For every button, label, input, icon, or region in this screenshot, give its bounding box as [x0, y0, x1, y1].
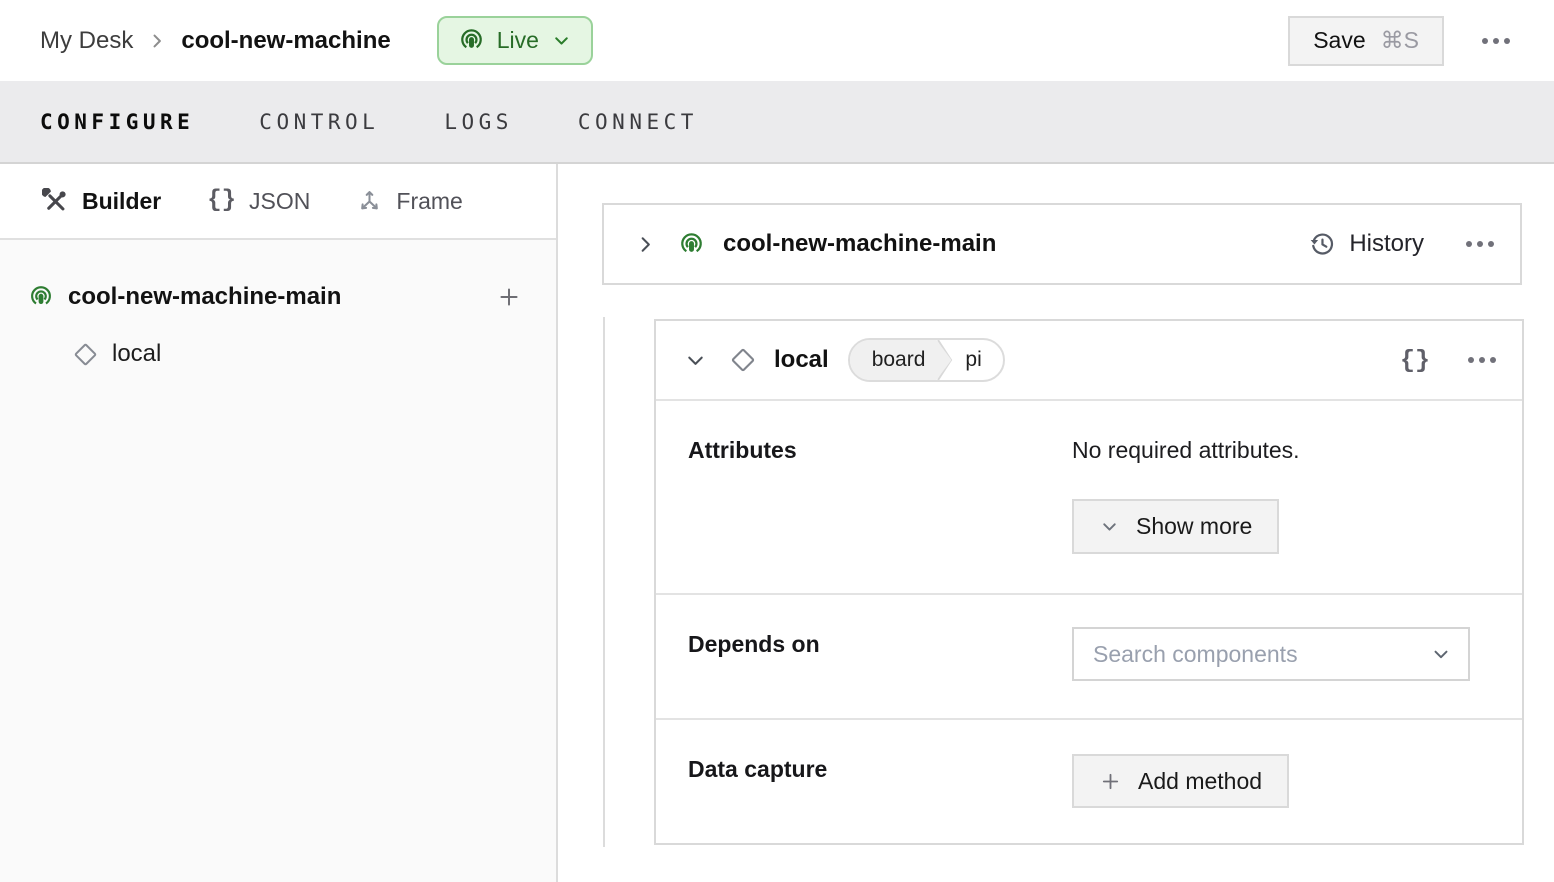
- plus-icon: [496, 284, 522, 310]
- attributes-value-column: No required attributes. Show more: [1072, 437, 1300, 593]
- component-model: pi: [953, 348, 1002, 372]
- tools-icon: [42, 188, 69, 215]
- component-type-badge: board pi: [848, 338, 1005, 382]
- part-card-menu-icon[interactable]: [1466, 241, 1494, 247]
- broadcast-icon: [458, 27, 485, 54]
- add-component-button[interactable]: [496, 284, 522, 310]
- status-badge-label: Live: [497, 27, 539, 54]
- breadcrumb-chevron-icon: [147, 31, 167, 51]
- show-more-button[interactable]: Show more: [1072, 499, 1279, 554]
- add-method-label: Add method: [1138, 768, 1262, 795]
- save-button-label: Save: [1313, 27, 1365, 54]
- breadcrumb-machine-name: cool-new-machine: [181, 27, 390, 55]
- machine-tree: cool-new-machine-main local: [0, 240, 556, 376]
- braces-icon: {}: [1400, 346, 1430, 375]
- component-card-local: local board pi {} Attributes No required…: [654, 319, 1524, 845]
- broadcast-icon: [28, 284, 54, 310]
- save-button[interactable]: Save ⌘S: [1288, 16, 1444, 66]
- component-diamond-icon: [72, 341, 99, 368]
- component-card-menu-icon[interactable]: [1468, 357, 1496, 363]
- chevron-down-icon: [1430, 643, 1452, 665]
- history-button[interactable]: History: [1308, 230, 1424, 258]
- view-tab-label: Frame: [396, 188, 462, 215]
- data-capture-section: Data capture Add method: [656, 720, 1522, 843]
- save-shortcut-hint: ⌘S: [1381, 27, 1419, 54]
- history-icon: [1308, 230, 1336, 258]
- component-card-header: local board pi {}: [656, 321, 1522, 401]
- view-tab-label: Builder: [82, 188, 161, 215]
- data-capture-value-column: Add method: [1072, 756, 1289, 843]
- tree-component-label: local: [112, 340, 161, 368]
- history-label: History: [1349, 230, 1424, 258]
- chevron-down-icon: [1099, 516, 1120, 537]
- edit-json-button[interactable]: {}: [1400, 348, 1430, 373]
- machine-part-card: cool-new-machine-main History: [602, 203, 1522, 285]
- frame-axes-icon: [356, 188, 383, 215]
- tree-connector-line: [603, 317, 605, 847]
- tree-item-component-local[interactable]: local: [0, 332, 556, 376]
- part-card-title: cool-new-machine-main: [723, 230, 996, 258]
- tab-connect[interactable]: CONNECT: [578, 110, 698, 134]
- breadcrumb-parent[interactable]: My Desk: [40, 27, 133, 55]
- show-more-label: Show more: [1136, 513, 1252, 540]
- depends-on-select[interactable]: [1072, 627, 1470, 681]
- depends-on-label: Depends on: [688, 631, 1072, 718]
- component-diamond-icon: [729, 346, 757, 374]
- chevron-down-icon: [551, 30, 572, 51]
- plus-icon: [1099, 770, 1122, 793]
- add-method-button[interactable]: Add method: [1072, 754, 1289, 808]
- component-type: board: [850, 340, 952, 380]
- tree-item-machine-part[interactable]: cool-new-machine-main: [0, 275, 556, 319]
- data-capture-label: Data capture: [688, 756, 1072, 843]
- broadcast-icon: [678, 231, 705, 258]
- attributes-section: Attributes No required attributes. Show …: [656, 401, 1522, 595]
- expand-chevron-right-icon[interactable]: [634, 233, 657, 256]
- header-overflow-menu-icon[interactable]: [1482, 38, 1510, 44]
- tab-control[interactable]: CONTROL: [259, 110, 379, 134]
- depends-on-section: Depends on: [656, 595, 1522, 720]
- braces-icon: {}: [207, 189, 236, 213]
- top-header: My Desk cool-new-machine Live Save ⌘S: [0, 0, 1554, 81]
- config-sidebar: Builder {} JSON Frame cool-new-machine-m…: [0, 164, 558, 882]
- view-tab-label: JSON: [249, 188, 310, 215]
- attributes-label: Attributes: [688, 437, 1072, 593]
- attributes-empty-text: No required attributes.: [1072, 437, 1300, 464]
- main-nav-tabs: CONFIGURE CONTROL LOGS CONNECT: [0, 81, 1554, 164]
- view-tab-frame[interactable]: Frame: [356, 188, 462, 215]
- sidebar-view-tabs: Builder {} JSON Frame: [0, 164, 556, 240]
- component-title: local: [774, 346, 829, 374]
- collapse-chevron-down-icon[interactable]: [684, 349, 707, 372]
- tab-configure[interactable]: CONFIGURE: [40, 110, 194, 134]
- tab-logs[interactable]: LOGS: [444, 110, 513, 134]
- view-tab-builder[interactable]: Builder: [42, 188, 161, 215]
- machine-status-badge[interactable]: Live: [437, 16, 593, 65]
- tree-part-label: cool-new-machine-main: [68, 283, 341, 311]
- view-tab-json[interactable]: {} JSON: [207, 188, 310, 215]
- search-components-input[interactable]: [1093, 641, 1430, 668]
- config-main-panel: cool-new-machine-main History local boar…: [560, 164, 1554, 882]
